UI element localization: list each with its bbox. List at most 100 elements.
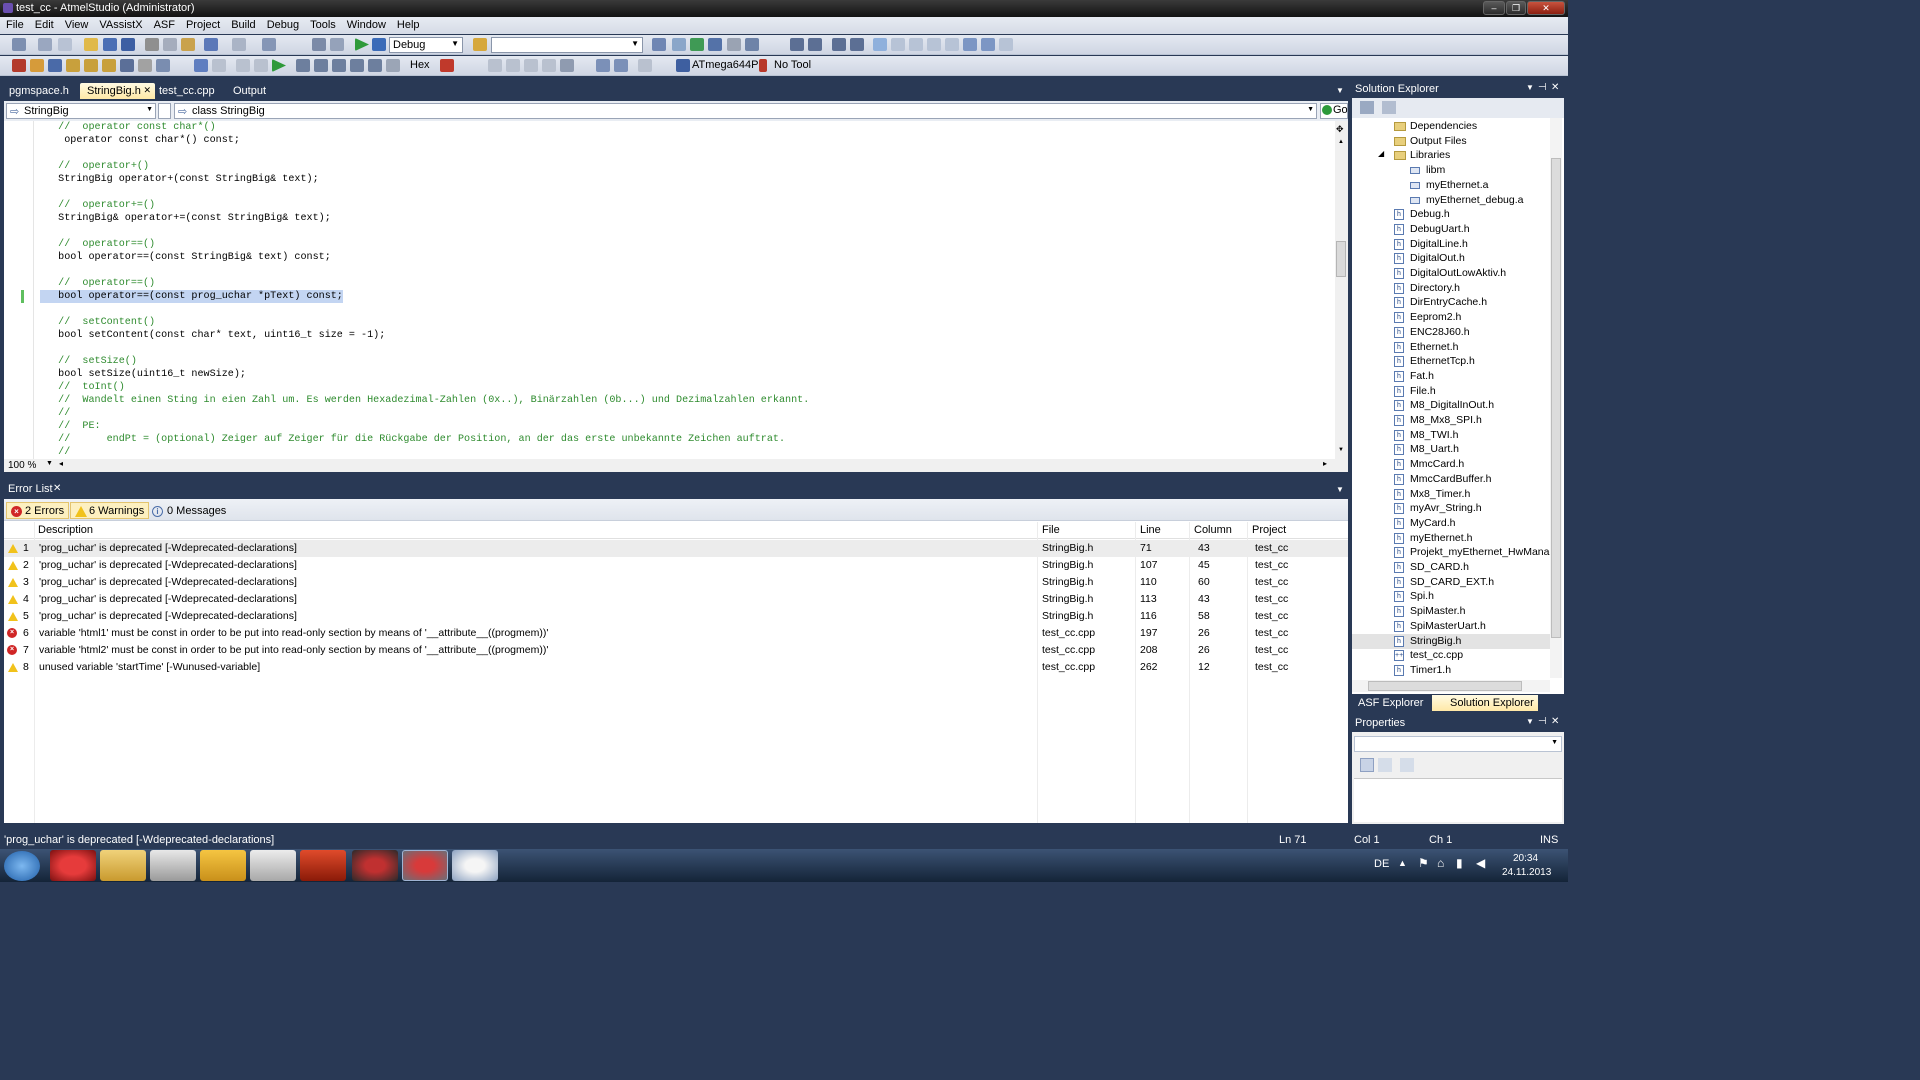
scroll-thumb[interactable] xyxy=(1368,681,1522,691)
tree-item[interactable]: h Timer1.h xyxy=(1352,663,1550,678)
tree-item[interactable]: h myAvr_String.h xyxy=(1352,501,1550,516)
language-indicator[interactable]: DE xyxy=(1374,858,1389,870)
window-icon-1[interactable] xyxy=(488,59,502,72)
panel-menu-icon[interactable]: ▼ xyxy=(1526,83,1534,92)
code-line[interactable] xyxy=(40,186,809,199)
windows-app-taskbar-icon[interactable] xyxy=(250,850,296,881)
table-row[interactable]: 4 'prog_uchar' is deprecated [-Wdeprecate… xyxy=(4,591,1348,608)
tree-item[interactable]: h Directory.h xyxy=(1352,281,1550,296)
bookmark-next-icon[interactable] xyxy=(909,38,923,51)
code-line[interactable]: // operator==() xyxy=(40,238,809,251)
column-description[interactable]: Description xyxy=(38,524,93,536)
pin-icon[interactable]: ⊣ xyxy=(1538,82,1547,93)
type-select[interactable]: ⇨ StringBig ▼ xyxy=(6,103,156,119)
outdent-icon[interactable] xyxy=(808,38,822,51)
hex-toggle[interactable]: Hex xyxy=(410,59,430,71)
step-out-icon[interactable] xyxy=(314,59,328,72)
code-line[interactable]: // setContent() xyxy=(40,316,809,329)
code-line[interactable]: // operator const char*() xyxy=(40,121,809,134)
opera-taskbar-icon[interactable] xyxy=(50,850,96,881)
maximize-button[interactable]: ❐ xyxy=(1506,1,1526,15)
close-icon[interactable]: ✕ xyxy=(1551,82,1559,93)
tree-item[interactable]: h M8_TWI.h xyxy=(1352,428,1550,443)
registers-icon[interactable] xyxy=(614,59,628,72)
code-line[interactable]: StringBig operator+(const StringBig& tex… xyxy=(40,173,809,186)
table-row[interactable]: 3 'prog_uchar' is deprecated [-Wdeprecate… xyxy=(4,574,1348,591)
table-row[interactable]: × 6 variable 'html1' must be const in orde… xyxy=(4,625,1348,642)
panel-menu-icon[interactable]: ▼ xyxy=(1526,717,1534,726)
messages-filter[interactable]: i 0 Messages xyxy=(148,502,231,519)
column-file[interactable]: File xyxy=(1042,524,1060,536)
window-icon-5[interactable] xyxy=(560,59,574,72)
tab-stringbig[interactable]: StringBig.h ✕ xyxy=(80,83,155,99)
save-all-icon[interactable] xyxy=(121,38,135,51)
tree-item[interactable]: h StringBig.h xyxy=(1352,633,1550,649)
tree-item[interactable]: Output Files xyxy=(1352,134,1550,149)
table-row[interactable]: 2 'prog_uchar' is deprecated [-Wdeprecate… xyxy=(4,557,1348,574)
properties-object-select[interactable]: ▼ xyxy=(1354,736,1562,752)
close-tab-icon[interactable]: ✕ xyxy=(143,85,151,96)
tree-item[interactable]: h Fat.h xyxy=(1352,369,1550,384)
scroll-up-icon[interactable]: ▲ xyxy=(1338,139,1344,145)
scroll-left-icon[interactable]: ◂ xyxy=(59,459,63,468)
scroll-thumb[interactable] xyxy=(1551,158,1561,638)
code-line[interactable]: // xyxy=(40,446,809,459)
menu-asf[interactable]: ASF xyxy=(148,17,180,31)
code-line[interactable]: bool setContent(const char* text, uint16… xyxy=(40,329,809,342)
column-column[interactable]: Column xyxy=(1194,524,1232,536)
configuration-select[interactable]: Debug ▼ xyxy=(389,37,463,53)
bookmark-prev-icon[interactable] xyxy=(891,38,905,51)
comment-icon[interactable] xyxy=(832,38,846,51)
new-project-icon[interactable] xyxy=(12,38,26,51)
column-line[interactable]: Line xyxy=(1140,524,1161,536)
code-line[interactable]: StringBig& operator+=(const StringBig& t… xyxy=(40,212,809,225)
column-project[interactable]: Project xyxy=(1252,524,1286,536)
split-icon[interactable]: ✥ xyxy=(1336,124,1344,135)
start-without-debugging-icon[interactable] xyxy=(372,38,386,51)
paint-taskbar-icon[interactable] xyxy=(452,850,498,881)
code-line[interactable] xyxy=(40,303,809,316)
uncomment-icon[interactable] xyxy=(850,38,864,51)
tree-vertical-scrollbar[interactable] xyxy=(1550,118,1562,678)
minimize-button[interactable]: – xyxy=(1483,1,1505,15)
find-icon[interactable] xyxy=(330,38,344,51)
code-line[interactable]: // xyxy=(40,407,809,420)
expand-arrow-icon[interactable]: ◢ xyxy=(1378,149,1384,158)
tree-horizontal-scrollbar[interactable] xyxy=(1352,680,1550,692)
tab-pgmspace[interactable]: pgmspace.h xyxy=(2,83,76,99)
atmel-studio-taskbar-icon[interactable] xyxy=(402,850,448,881)
program-icon[interactable] xyxy=(12,59,26,72)
tree-item[interactable]: h Eeprom2.h xyxy=(1352,310,1550,325)
tree-item[interactable]: h M8_DigitalInOut.h xyxy=(1352,398,1550,413)
run-to-cursor-icon[interactable] xyxy=(332,59,346,72)
tab-overflow-icon[interactable]: ▼ xyxy=(1336,86,1344,95)
menu-file[interactable]: File xyxy=(0,17,29,31)
open-icon[interactable] xyxy=(84,38,98,51)
alphabetical-icon[interactable] xyxy=(1378,758,1392,772)
errors-filter[interactable]: × 2 Errors xyxy=(6,502,70,519)
close-button[interactable]: ✕ xyxy=(1527,1,1565,15)
tree-item[interactable]: h MmcCard.h xyxy=(1352,457,1550,472)
tool-icon-14[interactable] xyxy=(368,59,382,72)
tree-item[interactable]: h EthernetTcp.h xyxy=(1352,354,1550,369)
code-line[interactable]: // setSize() xyxy=(40,355,809,368)
close-icon[interactable]: ✕ xyxy=(53,483,61,494)
tool-icon-9[interactable] xyxy=(66,59,80,72)
properties-grid[interactable] xyxy=(1354,778,1562,822)
device-icon[interactable] xyxy=(30,59,44,72)
code-line[interactable]: // endPt = (optional) Zeiger auf Zeiger … xyxy=(40,433,809,446)
tree-item[interactable]: h File.h xyxy=(1352,384,1550,399)
add-item-icon[interactable] xyxy=(38,38,52,51)
table-row[interactable]: × 7 variable 'html2' must be const in orde… xyxy=(4,642,1348,659)
tab-asf-explorer[interactable]: ASF Explorer xyxy=(1358,697,1423,709)
code-line[interactable] xyxy=(40,342,809,355)
archive-taskbar-icon[interactable] xyxy=(300,850,346,881)
code-text[interactable]: // operator const char*() operator const… xyxy=(40,121,809,459)
clear-bookmarks-icon[interactable] xyxy=(963,38,977,51)
add-existing-icon[interactable] xyxy=(58,38,72,51)
code-line[interactable] xyxy=(40,264,809,277)
tree-item[interactable]: h DirEntryCache.h xyxy=(1352,295,1550,310)
network-device-icon[interactable]: ⌂ xyxy=(1437,856,1444,870)
clock-date[interactable]: 24.11.2013 xyxy=(1502,867,1551,878)
code-line[interactable]: // operator+=() xyxy=(40,199,809,212)
